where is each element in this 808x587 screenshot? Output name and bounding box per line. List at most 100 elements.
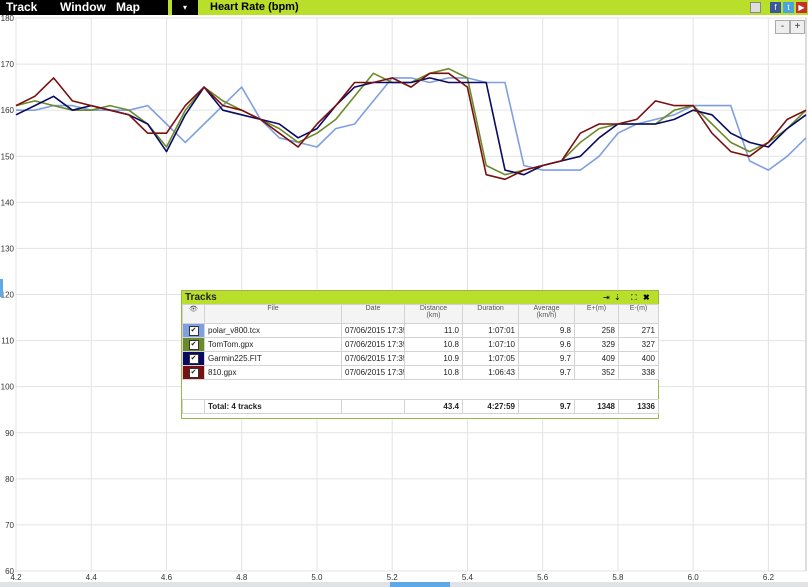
total-distance: 43.4 <box>404 399 463 414</box>
close-icon[interactable]: ✖ <box>643 292 650 303</box>
column-eplus[interactable]: E+(m) <box>574 304 619 324</box>
twitter-icon[interactable]: t <box>783 2 794 13</box>
chart-title: Heart Rate (bpm) <box>210 1 299 13</box>
maximize-icon[interactable]: ⛶ <box>631 292 637 303</box>
x-tick-label: 5.0 <box>311 573 323 582</box>
x-tick-label: 4.8 <box>236 573 248 582</box>
y-tick-label: 160 <box>1 106 15 115</box>
total-eminus: 1336 <box>618 399 659 414</box>
menu-map[interactable]: Map <box>116 0 140 15</box>
track-duration: 1:06:43 <box>462 365 519 380</box>
track-average: 9.6 <box>518 337 575 352</box>
track-visible-checkbox[interactable]: ✔ <box>188 325 199 336</box>
empty-cell <box>182 379 659 400</box>
tracks-table: 👁 File Date Distance (km) Duration Averag… <box>182 304 659 414</box>
side-handle[interactable] <box>0 279 3 297</box>
track-average: 9.7 <box>518 365 575 380</box>
track-visible-checkbox[interactable]: ✔ <box>188 339 199 350</box>
track-average: 9.7 <box>518 351 575 366</box>
track-distance: 10.8 <box>404 337 463 352</box>
tracks-table-header: 👁 File Date Distance (km) Duration Averag… <box>182 304 659 324</box>
column-distance[interactable]: Distance (km) <box>404 304 463 324</box>
track-row[interactable]: ✔ Garmin225.FIT 07/06/2015 17:35 10.9 1:… <box>182 351 659 366</box>
track-visible-checkbox[interactable]: ✔ <box>188 353 199 364</box>
zoom-in-button[interactable]: + <box>790 20 805 34</box>
track-row[interactable]: ✔ polar_v800.tcx 07/06/2015 17:35 11.0 1… <box>182 323 659 338</box>
column-date[interactable]: Date <box>341 304 405 324</box>
track-file: 810.gpx <box>204 365 342 380</box>
youtube-icon[interactable]: ▶ <box>796 2 807 13</box>
y-tick-label: 70 <box>5 521 14 530</box>
column-average-label: Average <box>533 305 560 312</box>
track-distance: 11.0 <box>404 323 463 338</box>
track-color-swatch: ✔ <box>182 323 205 338</box>
track-distance: 10.9 <box>404 351 463 366</box>
track-visible-checkbox[interactable]: ✔ <box>188 367 199 378</box>
track-average: 9.8 <box>518 323 575 338</box>
visibility-eye-icon[interactable]: 👁 <box>182 304 205 324</box>
scrollbar-thumb[interactable] <box>390 582 450 587</box>
x-tick-label: 4.4 <box>86 573 98 582</box>
track-eminus: 271 <box>618 323 659 338</box>
track-file: polar_v800.tcx <box>204 323 342 338</box>
column-duration[interactable]: Duration <box>462 304 519 324</box>
column-distance-label: Distance <box>419 305 448 312</box>
total-row: Total: 4 tracks 43.4 4:27:59 9.7 1348 13… <box>182 399 659 414</box>
track-duration: 1:07:10 <box>462 337 519 352</box>
column-average-unit: (km/h) <box>536 312 557 319</box>
column-file[interactable]: File <box>204 304 342 324</box>
x-tick-label: 4.2 <box>10 573 22 582</box>
column-distance-unit: (km) <box>426 312 441 319</box>
total-spacer <box>182 399 205 414</box>
total-label: Total: 4 tracks <box>204 399 342 414</box>
column-average[interactable]: Average (km/h) <box>518 304 575 324</box>
tracks-panel-header[interactable]: Tracks ⇥ ⇣ ⛶ ✖ <box>182 291 658 304</box>
track-eplus: 258 <box>574 323 619 338</box>
y-tick-label: 140 <box>1 198 15 207</box>
total-duration: 4:27:59 <box>462 399 519 414</box>
facebook-icon[interactable]: f <box>770 2 781 13</box>
y-tick-label: 110 <box>1 337 14 346</box>
track-row[interactable]: ✔ 810.gpx 07/06/2015 17:35 10.8 1:06:43 … <box>182 365 659 380</box>
track-color-swatch: ✔ <box>182 337 205 352</box>
zoom-out-button[interactable]: - <box>775 20 790 34</box>
track-color-swatch: ✔ <box>182 365 205 380</box>
track-duration: 1:07:01 <box>462 323 519 338</box>
track-eplus: 409 <box>574 351 619 366</box>
x-tick-label: 6.2 <box>763 573 775 582</box>
track-distance: 10.8 <box>404 365 463 380</box>
chart-select-dropdown[interactable]: ▾ <box>172 0 198 15</box>
y-tick-label: 90 <box>5 429 14 438</box>
x-tick-label: 5.2 <box>387 573 399 582</box>
track-eplus: 352 <box>574 365 619 380</box>
track-duration: 1:07:05 <box>462 351 519 366</box>
track-date: 07/06/2015 17:35 <box>341 365 405 380</box>
track-eplus: 329 <box>574 337 619 352</box>
track-eminus: 400 <box>618 351 659 366</box>
menu-bar: Track Window Map ▾ Heart Rate (bpm) f t … <box>0 0 808 15</box>
pin-icon[interactable]: ⇣ <box>614 292 621 303</box>
track-row[interactable]: ✔ TomTom.gpx 07/06/2015 17:35 10.8 1:07:… <box>182 337 659 352</box>
y-tick-label: 180 <box>1 15 15 23</box>
tracks-panel-title: Tracks <box>185 292 217 303</box>
x-tick-label: 5.8 <box>612 573 624 582</box>
column-eminus[interactable]: E-(m) <box>618 304 659 324</box>
tracks-panel: Tracks ⇥ ⇣ ⛶ ✖ 👁 File Date Distance (km) … <box>181 290 659 419</box>
image-icon[interactable] <box>750 2 761 13</box>
x-tick-label: 5.6 <box>537 573 549 582</box>
total-average: 9.7 <box>518 399 575 414</box>
total-eplus: 1348 <box>574 399 619 414</box>
y-tick-label: 80 <box>5 475 14 484</box>
y-tick-label: 130 <box>1 244 15 253</box>
track-eminus: 338 <box>618 365 659 380</box>
menu-track[interactable]: Track <box>6 0 37 15</box>
track-color-swatch: ✔ <box>182 351 205 366</box>
x-tick-label: 5.4 <box>462 573 474 582</box>
track-date: 07/06/2015 17:35 <box>341 323 405 338</box>
dock-icon[interactable]: ⇥ <box>603 292 610 303</box>
y-tick-label: 100 <box>1 383 15 392</box>
track-date: 07/06/2015 17:35 <box>341 351 405 366</box>
empty-row <box>182 379 659 400</box>
menu-window[interactable]: Window <box>60 0 106 15</box>
total-date <box>341 399 405 414</box>
